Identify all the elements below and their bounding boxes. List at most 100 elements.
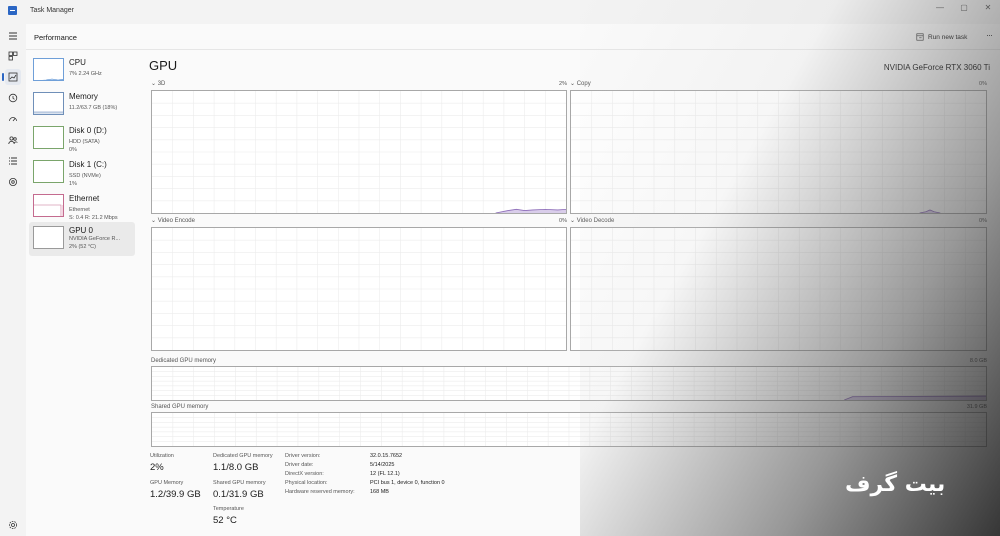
device-cpu[interactable]: CPU 7% 2.24 GHz — [29, 54, 135, 88]
title-bar: Task Manager — ▢ ✕ — [0, 0, 1000, 24]
minimize-button[interactable]: — — [929, 3, 951, 13]
engine-selector-3d[interactable]: ⌄ 3D — [151, 80, 165, 87]
menu-icon — [9, 32, 17, 40]
engine-graph-3d — [151, 90, 567, 214]
disk0-thumbnail — [33, 126, 64, 149]
dedicated-memory-graph-max: 8.0 GB — [969, 358, 987, 364]
nav-startup-apps[interactable] — [5, 111, 21, 127]
engine-selector-video-decode[interactable]: ⌄ Video Decode — [570, 217, 614, 224]
gpu-model: NVIDIA GeForce RTX 3060 Ti — [883, 63, 990, 72]
close-button[interactable]: ✕ — [977, 3, 999, 13]
more-options-button[interactable]: ··· — [982, 29, 996, 43]
device-disk-1[interactable]: Disk 1 (C:) SSD (NVMe) 1% — [29, 156, 135, 190]
dedicated-memory-label: Dedicated GPU memory — [213, 453, 273, 459]
device-memory[interactable]: Memory 11.2/63.7 GB (18%) — [29, 88, 135, 122]
gpu-memory-value: 1.2/39.9 GB — [150, 489, 201, 500]
dedicated-memory-graph — [151, 366, 987, 401]
info-key: DirectX version: — [285, 471, 324, 477]
device-name: Disk 0 (D:) — [69, 126, 107, 135]
page-header: Performance Run new task ··· — [26, 24, 1000, 50]
gpu-thumbnail — [33, 226, 64, 249]
dedicated-memory-value: 1.1/8.0 GB — [213, 462, 259, 473]
device-usage: S: 0.4 R: 21.2 Mbps — [69, 215, 118, 221]
run-new-task-button[interactable]: Run new task — [916, 30, 967, 44]
engine-label: Video Decode — [576, 218, 615, 224]
utilization-value: 2% — [150, 462, 164, 473]
task-manager-icon — [8, 6, 17, 15]
info-value: 12 (FL 12.1) — [370, 471, 400, 477]
device-name: GPU 0 — [69, 226, 94, 235]
device-detail: HDD (SATA) — [69, 139, 100, 145]
device-usage: 0% — [69, 147, 77, 153]
device-detail: 11.2/63.7 GB (18%) — [69, 105, 118, 111]
disk1-thumbnail — [33, 160, 64, 183]
device-disk-0[interactable]: Disk 0 (D:) HDD (SATA) 0% — [29, 122, 135, 156]
device-name: Ethernet — [69, 194, 100, 203]
startup-apps-icon — [9, 117, 17, 122]
info-key: Physical location: — [285, 480, 328, 486]
run-new-task-label: Run new task — [928, 33, 968, 41]
device-detail: NVIDIA GeForce R... — [69, 236, 121, 242]
shared-memory-graph-max: 31.9 GB — [966, 404, 987, 410]
users-icon — [8, 136, 18, 145]
device-name: Memory — [69, 92, 98, 101]
shared-memory-value: 0.1/31.9 GB — [213, 489, 264, 500]
engine-graph-video-decode — [570, 227, 987, 351]
nav-services[interactable] — [5, 174, 21, 190]
engine-percent: 2% — [559, 81, 567, 87]
memory-thumbnail — [33, 92, 64, 115]
gpu-memory-label: GPU Memory — [150, 480, 184, 486]
device-gpu-0[interactable]: GPU 0 NVIDIA GeForce R... 2% (52 °C) — [29, 222, 135, 256]
info-key: Driver date: — [285, 462, 314, 468]
dedicated-memory-graph-label: Dedicated GPU memory — [151, 358, 217, 364]
engine-label: 3D — [157, 81, 166, 87]
graph-grid — [152, 91, 566, 213]
run-task-icon — [916, 33, 924, 41]
nav-settings[interactable] — [5, 517, 21, 533]
graph-grid — [571, 91, 986, 213]
info-value: 5/14/2025 — [370, 462, 395, 468]
device-usage: 1% — [69, 181, 77, 187]
nav-details[interactable] — [5, 153, 21, 169]
engine-percent: 0% — [979, 81, 987, 87]
nav-performance[interactable] — [2, 69, 21, 85]
engine-selector-copy[interactable]: ⌄ Copy — [570, 80, 591, 87]
engine-label: Video Encode — [157, 218, 195, 224]
device-name: Disk 1 (C:) — [69, 160, 107, 169]
device-title: GPU — [149, 58, 178, 73]
menu-button[interactable] — [5, 28, 21, 44]
graph-grid — [571, 228, 986, 350]
watermark-logo: بیت گرف — [845, 472, 946, 497]
info-value: 32.0.15.7652 — [370, 453, 403, 459]
cpu-thumbnail — [33, 58, 64, 81]
engine-percent: 0% — [979, 218, 987, 224]
info-value: 168 MB — [370, 489, 389, 495]
shared-memory-label: Shared GPU memory — [213, 480, 266, 486]
services-icon — [9, 178, 17, 186]
device-usage: 2% (52 °C) — [69, 244, 96, 250]
device-name: CPU — [69, 58, 86, 67]
graph-grid — [152, 413, 986, 446]
nav-app-history[interactable] — [5, 90, 21, 106]
device-ethernet[interactable]: Ethernet Ethernet S: 0.4 R: 21.2 Mbps — [29, 190, 135, 224]
app-history-icon — [8, 93, 18, 103]
maximize-button[interactable]: ▢ — [953, 3, 975, 13]
device-detail: SSD (NVMe) — [69, 173, 101, 179]
engine-selector-video-encode[interactable]: ⌄ Video Encode — [151, 217, 195, 224]
graph-grid — [152, 228, 566, 350]
details-icon — [9, 157, 17, 165]
engine-graph-video-encode — [151, 227, 567, 351]
shared-memory-graph — [151, 412, 987, 447]
engine-graph-copy — [570, 90, 987, 214]
nav-users[interactable] — [5, 132, 21, 148]
ethernet-thumbnail — [33, 194, 64, 217]
nav-processes[interactable] — [5, 48, 21, 64]
info-value: PCI bus 1, device 0, function 0 — [370, 480, 445, 486]
info-key: Hardware reserved memory: — [285, 489, 355, 495]
shared-memory-graph-label: Shared GPU memory — [151, 404, 209, 410]
processes-icon — [8, 51, 18, 61]
utilization-label: Utilization — [150, 453, 174, 459]
engine-percent: 0% — [559, 218, 567, 224]
graph-grid — [152, 367, 986, 400]
temperature-value: 52 °C — [213, 515, 237, 526]
